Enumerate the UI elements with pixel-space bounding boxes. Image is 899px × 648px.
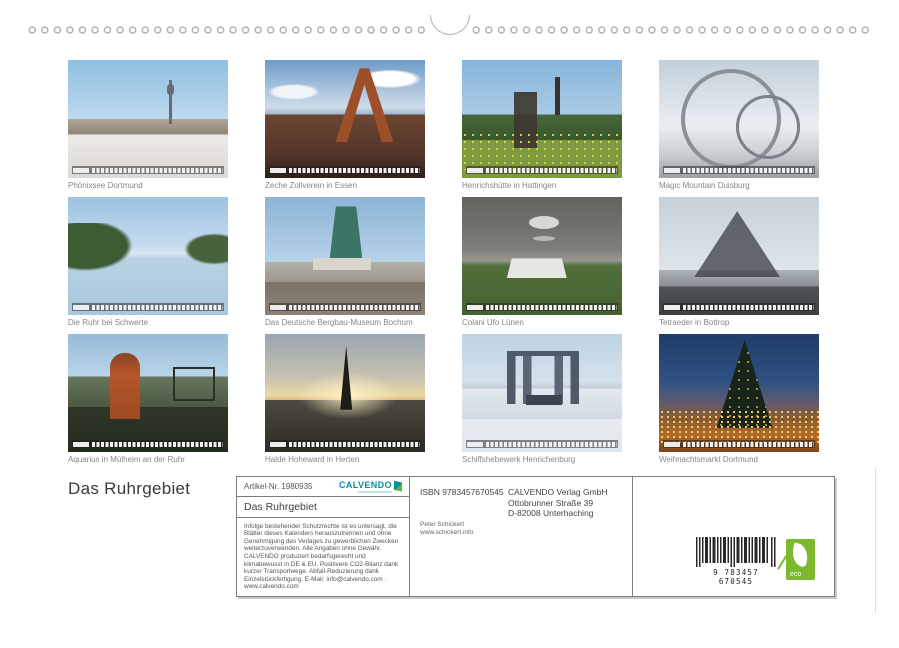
tile-caption: Colani Ufo Lünen [462, 318, 622, 328]
author-name: Peter Schickert [420, 521, 473, 529]
publisher-city: D-82008 Unterhaching [508, 508, 608, 519]
calendar-tile: Halde Hoheward in Herten [265, 334, 425, 465]
tile-caption: Schiffshebewerk Henrichenburg [462, 455, 622, 465]
calvendo-logo-tagline [358, 491, 392, 493]
calendar-strip [663, 303, 815, 311]
tile-caption: Phönixsee Dortmund [68, 181, 228, 191]
calendar-strip [269, 440, 421, 448]
publisher-street: Ottobrunner Straße 39 [508, 498, 608, 509]
tile-caption: Die Ruhr bei Schwerte [68, 318, 228, 328]
publisher-address: CALVENDO Verlag GmbH Ottobrunner Straße … [508, 487, 608, 519]
thumbnail-photo [68, 60, 228, 178]
thumbnail-photo [659, 60, 819, 178]
hanger-hole [430, 15, 470, 35]
calendar-tile: Die Ruhr bei Schwerte [68, 197, 228, 328]
tile-caption: Zeche Zollverein in Essen [265, 181, 425, 191]
tile-caption: Weihnachtsmarkt Dortmund [659, 455, 819, 465]
calendar-tile: Phönixsee Dortmund [68, 60, 228, 191]
calendar-strip [72, 303, 224, 311]
calvendo-logo-icon [394, 481, 402, 492]
calendar-tile: Schiffshebewerk Henrichenburg [462, 334, 622, 465]
legal-text: Infolge bestehender Schutzrechte ist es … [244, 523, 402, 591]
calendar-tile: Zeche Zollverein in Essen [265, 60, 425, 191]
barcode-bars [696, 537, 776, 567]
calendar-tile: Tetraeder in Bottrop [659, 197, 819, 328]
tile-caption: Das Deutsche Bergbau-Museum Bochum [265, 318, 425, 328]
calendar-strip [269, 166, 421, 174]
calendar-strip [466, 166, 618, 174]
calendar-tile: Weihnachtsmarkt Dortmund [659, 334, 819, 465]
barcode-number: 9 783457 670545 [696, 568, 776, 586]
thumbnail-photo [462, 197, 622, 315]
publisher-name: CALVENDO Verlag GmbH [508, 487, 608, 498]
calendar-tile: Aquarius in Mülheim an der Ruhr [68, 334, 228, 465]
calendar-strip [663, 440, 815, 448]
thumbnail-photo [68, 334, 228, 452]
thumbnail-photo [265, 334, 425, 452]
tile-caption: Henrichshütte in Hattingen [462, 181, 622, 191]
page-edge-line [875, 468, 876, 613]
thumbnail-photo [68, 197, 228, 315]
calendar-back-page: Phönixsee Dortmund Zeche Zollverein in E… [0, 0, 899, 648]
tile-caption: Aquarius in Mülheim an der Ruhr [68, 455, 228, 465]
page-title: Das Ruhrgebiet [68, 479, 190, 499]
wire-binding-rings [470, 24, 873, 36]
article-number: Artikel-Nr. 1980935 [244, 482, 312, 491]
thumbnail-photo [659, 334, 819, 452]
calendar-strip [466, 440, 618, 448]
tile-caption: Halde Hoheward in Herten [265, 455, 425, 465]
tile-caption: Magic Mountain Duisburg [659, 181, 819, 191]
tile-caption: Tetraeder in Bottrop [659, 318, 819, 328]
calendar-strip [72, 440, 224, 448]
calendar-tile: Henrichshütte in Hattingen [462, 60, 622, 191]
calendar-title: Das Ruhrgebiet [237, 496, 409, 516]
isbn-number: ISBN 9783457670545 [420, 487, 504, 497]
info-cell-left: Artikel-Nr. 1980935 CALVENDO Das Ruhrgeb… [237, 477, 410, 596]
info-cell-right: 9 783457 670545 eco [633, 477, 834, 596]
calendar-tile: Magic Mountain Duisburg [659, 60, 819, 191]
author-website: www.schickert.info [420, 529, 473, 537]
calendar-strip [269, 303, 421, 311]
wire-binding-rings [26, 24, 427, 36]
thumbnail-photo [659, 197, 819, 315]
thumbnail-photo [265, 60, 425, 178]
calvendo-logo: CALVENDO [339, 481, 402, 493]
thumbnail-photo [462, 60, 622, 178]
calendar-strip [72, 166, 224, 174]
ean-barcode: 9 783457 670545 [696, 537, 776, 586]
calendar-strip [466, 303, 618, 311]
product-info-box: Artikel-Nr. 1980935 CALVENDO Das Ruhrgeb… [236, 476, 835, 597]
eco-label: eco [790, 571, 801, 578]
calendar-tile: Das Deutsche Bergbau-Museum Bochum [265, 197, 425, 328]
calvendo-logo-text: CALVENDO [339, 481, 392, 490]
eco-icon: eco [786, 539, 815, 580]
info-cell-middle: ISBN 9783457670545 CALVENDO Verlag GmbH … [410, 477, 633, 596]
month-thumbnail-grid: Phönixsee Dortmund Zeche Zollverein in E… [68, 60, 819, 465]
author-credit: Peter Schickert www.schickert.info [420, 521, 473, 537]
thumbnail-photo [462, 334, 622, 452]
thumbnail-photo [265, 197, 425, 315]
calendar-tile: Colani Ufo Lünen [462, 197, 622, 328]
calendar-strip [663, 166, 815, 174]
